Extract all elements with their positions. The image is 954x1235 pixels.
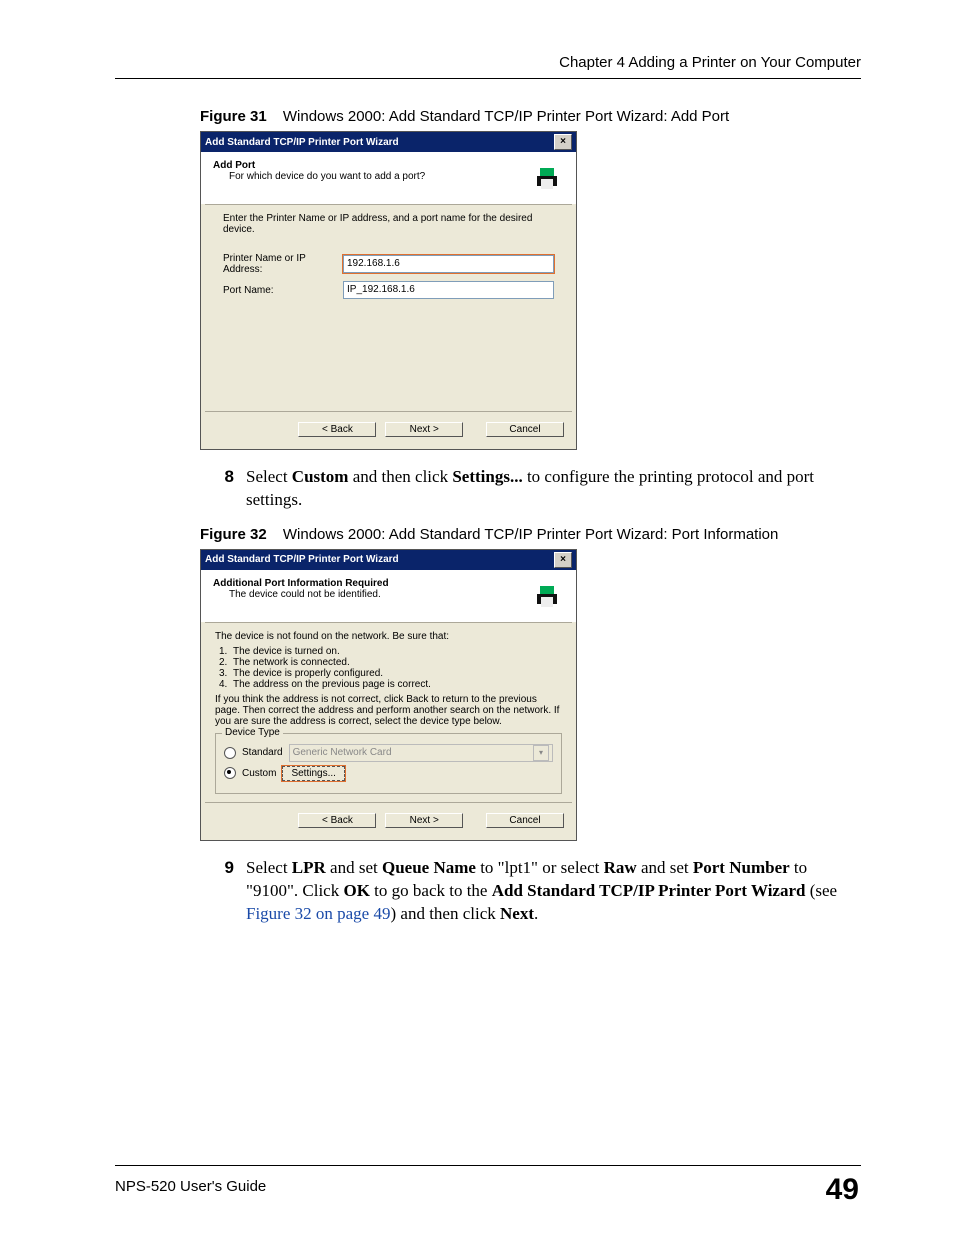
standard-combo: Generic Network Card ▾ (289, 744, 553, 762)
add-port-heading: Add Port (213, 160, 530, 171)
port-name-input[interactable]: IP_192.168.1.6 (343, 281, 554, 299)
add-port-intro: Enter the Printer Name or IP address, an… (223, 213, 554, 235)
footer-rule (115, 1165, 861, 1166)
figure-32-caption: Figure 32 Windows 2000: Add Standard TCP… (200, 526, 861, 543)
port-info-heading: Additional Port Information Required (213, 578, 530, 589)
dialog-title: Add Standard TCP/IP Printer Port Wizard (205, 137, 554, 148)
device-type-group: Device Type Standard Generic Network Car… (215, 733, 562, 794)
step-9-text: Select LPR and set Queue Name to "lpt1" … (246, 857, 861, 926)
port-info-intro: The device is not found on the network. … (215, 631, 562, 642)
figure-32-label: Figure 32 (200, 526, 267, 543)
printer-address-input[interactable]: 192.168.1.6 (343, 255, 554, 273)
printer-icon (530, 578, 564, 612)
printer-address-label: Printer Name or IP Address: (223, 253, 343, 275)
device-type-legend: Device Type (222, 727, 283, 738)
printer-icon (530, 160, 564, 194)
add-port-dialog: Add Standard TCP/IP Printer Port Wizard … (200, 131, 577, 450)
figure-32-caption-text: Windows 2000: Add Standard TCP/IP Printe… (283, 526, 779, 543)
step-9: 9 Select LPR and set Queue Name to "lpt1… (200, 857, 861, 926)
dialog2-titlebar: Add Standard TCP/IP Printer Port Wizard … (201, 550, 576, 570)
standard-label: Standard (242, 747, 283, 758)
chevron-down-icon: ▾ (533, 745, 549, 761)
figure-32-xref[interactable]: Figure 32 on page 49 (246, 904, 390, 923)
dialog-titlebar: Add Standard TCP/IP Printer Port Wizard … (201, 132, 576, 152)
step-9-number: 9 (200, 857, 234, 926)
figure-31-caption: Figure 31 Windows 2000: Add Standard TCP… (200, 108, 861, 125)
back-button[interactable]: < Back (298, 813, 376, 828)
cancel-button[interactable]: Cancel (486, 422, 564, 437)
custom-radio[interactable] (224, 767, 236, 779)
header-rule (115, 78, 861, 79)
standard-radio[interactable] (224, 747, 236, 759)
cancel-button[interactable]: Cancel (486, 813, 564, 828)
header-chapter: Chapter 4 Adding a Printer on Your Compu… (559, 54, 861, 71)
settings-button[interactable]: Settings... (282, 766, 344, 781)
port-info-para: If you think the address is not correct,… (215, 694, 562, 727)
port-name-label: Port Name: (223, 285, 343, 296)
port-info-sub: The device could not be identified. (229, 589, 530, 600)
figure-31-caption-text: Windows 2000: Add Standard TCP/IP Printe… (283, 108, 729, 125)
dialog2-title: Add Standard TCP/IP Printer Port Wizard (205, 554, 554, 565)
port-info-list: 1.The device is turned on. 2.The network… (219, 646, 562, 690)
step-8-number: 8 (200, 466, 234, 512)
custom-label: Custom (242, 768, 276, 779)
add-port-sub: For which device do you want to add a po… (229, 171, 530, 182)
back-button[interactable]: < Back (298, 422, 376, 437)
close-icon[interactable]: × (554, 134, 572, 150)
next-button[interactable]: Next > (385, 813, 463, 828)
figure-31-label: Figure 31 (200, 108, 267, 125)
next-button[interactable]: Next > (385, 422, 463, 437)
footer-guide: NPS-520 User's Guide (115, 1178, 266, 1195)
footer-page-number: 49 (826, 1173, 859, 1207)
port-info-dialog: Add Standard TCP/IP Printer Port Wizard … (200, 549, 577, 841)
step-8-text: Select Custom and then click Settings...… (246, 466, 861, 512)
step-8: 8 Select Custom and then click Settings.… (200, 466, 861, 512)
close-icon[interactable]: × (554, 552, 572, 568)
